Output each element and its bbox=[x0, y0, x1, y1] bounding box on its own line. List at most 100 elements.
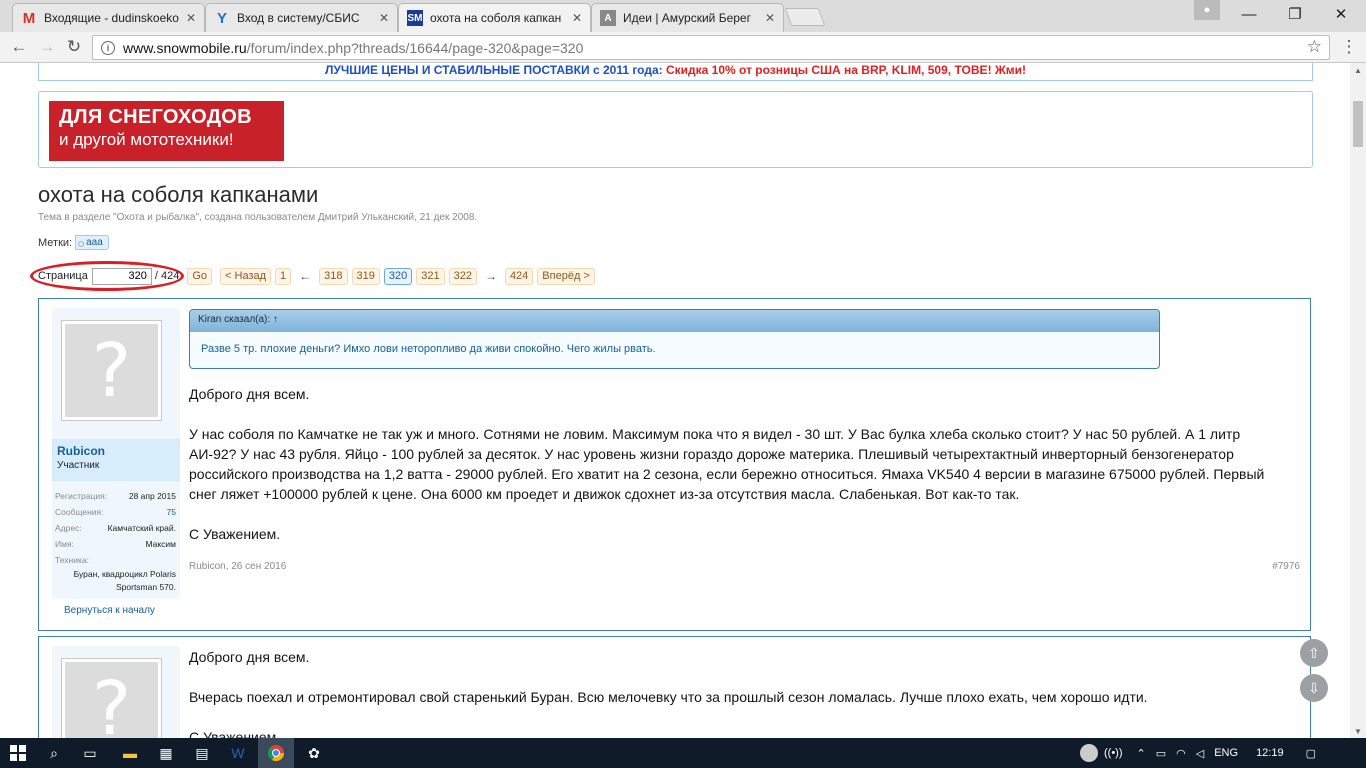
address-bar[interactable]: i www.snowmobile.ru/forum/index.php?thre… bbox=[92, 35, 1330, 60]
next-page-button[interactable]: Вперёд > bbox=[537, 267, 595, 285]
user-detail-row: Техника: bbox=[55, 552, 176, 568]
back-arrow-icon[interactable]: ← bbox=[8, 36, 30, 58]
battery-icon[interactable]: ▭ bbox=[1156, 747, 1166, 760]
page-label: Страница bbox=[38, 270, 88, 282]
user-info-block: ? bbox=[52, 646, 180, 738]
arrow-left-icon: ← bbox=[299, 269, 312, 283]
page-number-input[interactable] bbox=[91, 267, 152, 285]
calendar-icon[interactable]: ▤ bbox=[184, 738, 220, 768]
wifi-icon[interactable]: ◠ bbox=[1176, 747, 1186, 760]
notifications-icon[interactable]: ▢ bbox=[1306, 747, 1316, 760]
reload-icon[interactable]: ↻ bbox=[63, 36, 85, 58]
tab-gmail[interactable]: M Входящие - dudinskoeko ✕ bbox=[12, 3, 205, 32]
avatar[interactable]: ? bbox=[61, 658, 162, 738]
tray-app-icon[interactable] bbox=[1080, 744, 1098, 762]
post: ? Доброго дня всем. Вчерась поехал и отр… bbox=[38, 636, 1311, 738]
user-role: Участник bbox=[57, 460, 100, 471]
forward-arrow-icon[interactable]: → bbox=[36, 36, 58, 58]
tags: Метки: aaa bbox=[38, 235, 109, 250]
system-tray: ((•)) ⌃ ▭ ◠ ◁ ENG 12:19 ▢ bbox=[1080, 738, 1316, 768]
user-name[interactable]: Rubicon bbox=[57, 444, 180, 458]
page-link-current[interactable]: 320 bbox=[383, 267, 413, 285]
info-icon[interactable]: i bbox=[101, 40, 115, 55]
close-icon[interactable]: ✕ bbox=[572, 11, 582, 25]
network-activity-icon[interactable]: ((•)) bbox=[1104, 747, 1123, 759]
tab-sbis[interactable]: Y Вход в систему/СБИС ✕ bbox=[205, 3, 398, 32]
detail-key: Сообщения: bbox=[55, 507, 104, 517]
language-indicator[interactable]: ENG bbox=[1214, 747, 1238, 759]
close-icon[interactable]: ✕ bbox=[765, 11, 775, 25]
tag-item[interactable]: aaa bbox=[75, 235, 109, 250]
bookmark-star-icon[interactable]: ☆ bbox=[1307, 37, 1322, 57]
promo-text: ЛУЧШИЕ ЦЕНЫ И СТАБИЛЬНЫЕ ПОСТАВКИ с 2011… bbox=[324, 63, 663, 77]
tab-forum[interactable]: SM охота на соболя капкан ✕ bbox=[398, 3, 591, 32]
clock[interactable]: 12:19 bbox=[1256, 747, 1284, 759]
detail-value: Буран, квадроцикл Polaris Sportsman 570. bbox=[73, 569, 176, 592]
ad-banner[interactable]: ДЛЯ СНЕГОХОДОВ и другой мототехники! bbox=[49, 101, 284, 161]
new-tab-button[interactable] bbox=[784, 8, 826, 26]
post: ? Rubicon Участник Регистрация: 28 апр 20… bbox=[38, 298, 1311, 631]
banner-line1: ДЛЯ СНЕГОХОДОВ bbox=[59, 106, 252, 128]
user-info-block: ? Rubicon Участник Регистрация: 28 апр 20… bbox=[52, 308, 180, 599]
menu-icon[interactable]: ⋮ bbox=[1338, 36, 1360, 58]
page-link-321[interactable]: 321 bbox=[416, 267, 445, 285]
screen: M Входящие - dudinskoeko ✕ Y Вход в сист… bbox=[0, 0, 1366, 768]
detail-key: Имя: bbox=[55, 539, 74, 549]
minimize-icon[interactable]: — bbox=[1226, 0, 1272, 28]
browser-tab-strip: M Входящие - dudinskoeko ✕ Y Вход в сист… bbox=[0, 0, 1366, 32]
promo-link[interactable]: Скидка 10% от розницы США на BRP, KLIM, … bbox=[666, 63, 1026, 77]
volume-icon[interactable]: ◁ bbox=[1196, 747, 1204, 760]
window-close-icon[interactable]: ✕ bbox=[1318, 0, 1364, 28]
close-icon[interactable]: ✕ bbox=[379, 11, 389, 25]
avatar[interactable]: ? bbox=[61, 320, 162, 421]
maximize-icon[interactable]: ❐ bbox=[1272, 0, 1318, 28]
page-link-first[interactable]: 1 bbox=[275, 267, 292, 285]
post-number[interactable]: #7976 bbox=[1272, 561, 1300, 572]
user-name-box: Rubicon Участник bbox=[52, 439, 180, 481]
detail-value: Максим bbox=[145, 539, 176, 549]
page-link-last[interactable]: 424 bbox=[504, 267, 534, 285]
quote-block: Kiran сказал(а): ↑ Разве 5 тр. плохие де… bbox=[189, 309, 1160, 369]
tab-ideas[interactable]: A Идеи | Амурский Берег ✕ bbox=[591, 3, 784, 32]
close-icon[interactable]: ✕ bbox=[186, 11, 196, 25]
promo-banner[interactable]: ЛУЧШИЕ ЦЕНЫ И СТАБИЛЬНЫЕ ПОСТАВКИ с 2011… bbox=[38, 63, 1313, 81]
scroll-up-icon[interactable]: ⇧ bbox=[1300, 639, 1328, 667]
scrollbar-thumb[interactable] bbox=[1353, 101, 1363, 147]
page-scrollbar[interactable]: ▲ ▼ bbox=[1350, 63, 1366, 738]
banner-line2: и другой мототехники! bbox=[59, 130, 234, 149]
app-icon[interactable]: ✿ bbox=[296, 738, 332, 768]
scroll-arrow-up-icon[interactable]: ▲ bbox=[1350, 63, 1366, 77]
post-greeting: Доброго дня всем. bbox=[189, 386, 310, 402]
detail-value[interactable]: 75 bbox=[167, 507, 176, 517]
windows-start-icon[interactable] bbox=[0, 738, 36, 768]
url-path: /forum/index.php?threads/16644/page-320&… bbox=[246, 39, 584, 56]
go-button[interactable]: Go bbox=[187, 267, 213, 285]
page-link-318[interactable]: 318 bbox=[319, 267, 348, 285]
post-body: У нас соболя по Камчатке не так уж и мно… bbox=[189, 426, 1265, 502]
back-to-top-link[interactable]: Вернуться к началу bbox=[64, 605, 155, 616]
file-explorer-icon[interactable]: ▬ bbox=[112, 738, 148, 768]
scroll-arrow-down-icon[interactable]: ▼ bbox=[1350, 724, 1366, 738]
tab-title: Входящие - dudinskoeko bbox=[44, 11, 179, 25]
user-details: Регистрация: 28 апр 2015 Сообщения: 75 Адр… bbox=[55, 488, 176, 594]
quote-body: Разве 5 тр. плохие деньги? Имхо лови нет… bbox=[201, 343, 656, 355]
task-view-icon[interactable]: ▭ bbox=[72, 738, 108, 768]
scroll-down-icon[interactable]: ⇩ bbox=[1300, 674, 1328, 702]
post-greeting: Доброго дня всем. bbox=[189, 649, 310, 665]
word-icon[interactable]: W bbox=[220, 738, 256, 768]
avatar-placeholder-icon: ? bbox=[65, 662, 158, 738]
chevron-up-icon[interactable]: ⌃ bbox=[1137, 747, 1146, 760]
post-meta[interactable]: Rubicon, 26 сен 2016 bbox=[189, 561, 286, 572]
prev-page-button[interactable]: < Назад bbox=[220, 267, 272, 285]
page-link-319[interactable]: 319 bbox=[351, 267, 380, 285]
thread-subtitle: Тема в разделе "Охота и рыбалка", создан… bbox=[38, 212, 478, 223]
quote-header[interactable]: Kiran сказал(а): ↑ bbox=[190, 310, 1159, 332]
chrome-icon[interactable] bbox=[258, 738, 294, 768]
page-link-322[interactable]: 322 bbox=[448, 267, 477, 285]
search-icon[interactable]: ⌕ bbox=[36, 738, 72, 768]
calculator-icon[interactable]: ▦ bbox=[148, 738, 184, 768]
profile-icon[interactable]: ● bbox=[1194, 0, 1220, 20]
detail-key: Адрес: bbox=[55, 523, 82, 533]
arrow-right-icon: → bbox=[484, 269, 497, 283]
user-detail-row: Регистрация: 28 апр 2015 bbox=[55, 488, 176, 504]
